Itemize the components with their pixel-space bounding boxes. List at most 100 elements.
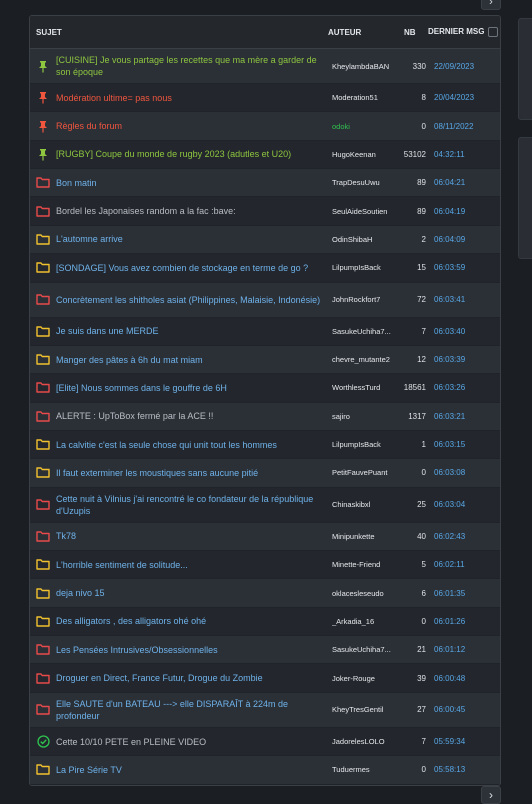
next-page-button[interactable]: › (481, 786, 501, 804)
topic-row[interactable]: Règles du forum odoki 0 08/11/2022 (30, 112, 500, 141)
topic-title-link[interactable]: Je suis dans une MERDE (56, 325, 332, 337)
topic-last-message-link[interactable]: 06:03:59 (434, 263, 498, 272)
topic-author-link[interactable]: PetitFauvePuant (332, 468, 402, 477)
topic-last-message-link[interactable]: 06:00:45 (434, 705, 498, 714)
topic-author-link[interactable]: oklacesleseudo (332, 589, 402, 598)
topic-row[interactable]: Bordel les Japonaises random a la fac :b… (30, 197, 500, 226)
topic-last-message-link[interactable]: 06:03:21 (434, 412, 498, 421)
topic-last-message-link[interactable]: 06:04:21 (434, 178, 498, 187)
topic-author-link[interactable]: KheyTresGentil (332, 705, 402, 714)
topic-row[interactable]: L'automne arrive OdinShibaH 2 06:04:09 (30, 225, 500, 255)
topic-author-link[interactable]: WorthlessTurd (332, 383, 402, 392)
topic-row[interactable]: [Elite] Nous sommes dans le gouffre de 6… (30, 374, 500, 403)
topic-title-link[interactable]: [RUGBY] Coupe du monde de rugby 2023 (ad… (56, 148, 332, 160)
topic-title-link[interactable]: Il faut exterminer les moustiques sans a… (56, 467, 332, 479)
topic-title-link[interactable]: ALERTE : UpToBox fermé par la ACE !! (56, 410, 332, 422)
topic-row[interactable]: Elle SAUTE d'un BATEAU ---> elle DISPARA… (30, 692, 500, 728)
topic-last-message-link[interactable]: 06:03:41 (434, 295, 498, 304)
topic-last-message-link[interactable]: 06:02:43 (434, 532, 498, 541)
topic-title-link[interactable]: [Elite] Nous sommes dans le gouffre de 6… (56, 382, 332, 394)
topic-title-link[interactable]: Des alligators , des alligators ohé ohé (56, 615, 332, 627)
topic-row[interactable]: deja nivo 15 oklacesleseudo 6 06:01:35 (30, 579, 500, 608)
topic-author-link[interactable]: Tuduermes (332, 765, 402, 774)
topic-last-message-link[interactable]: 22/09/2023 (434, 62, 498, 71)
topic-last-message-link[interactable]: 20/04/2023 (434, 93, 498, 102)
topic-last-message-link[interactable]: 05:59:34 (434, 737, 498, 746)
topic-author-link[interactable]: SasukeUchiha7... (332, 327, 402, 336)
topic-title-link[interactable]: Cette 10/10 PETE en PLEINE VIDEO (56, 736, 332, 748)
topic-title-link[interactable]: deja nivo 15 (56, 587, 332, 599)
topic-author-link[interactable]: Minipunkette (332, 532, 402, 541)
topic-last-message-link[interactable]: 06:03:40 (434, 327, 498, 336)
topic-last-message-link[interactable]: 06:03:26 (434, 383, 498, 392)
topic-row[interactable]: Tk78 Minipunkette 40 06:02:43 (30, 522, 500, 552)
topic-row[interactable]: [RUGBY] Coupe du monde de rugby 2023 (ad… (30, 140, 500, 170)
topic-last-message-link[interactable]: 06:03:39 (434, 355, 498, 364)
topic-author-link[interactable]: odoki (332, 122, 402, 131)
topic-row[interactable]: Manger des pâtes à 6h du mat miam chevre_… (30, 345, 500, 375)
topic-author-link[interactable]: Joker-Rouge (332, 674, 402, 683)
topic-title-link[interactable]: Cette nuit à Vilnius j'ai rencontré le c… (56, 493, 332, 517)
topic-author-link[interactable]: SasukeUchiha7... (332, 645, 402, 654)
topic-author-link[interactable]: LilpumpIsBack (332, 263, 402, 272)
topic-row[interactable]: Il faut exterminer les moustiques sans a… (30, 459, 500, 488)
topic-last-message-link[interactable]: 06:03:04 (434, 500, 498, 509)
topic-author-link[interactable]: Moderation51 (332, 93, 402, 102)
topic-author-link[interactable]: JohnRockfort7 (332, 295, 402, 304)
topic-author-link[interactable]: sajiro (332, 412, 402, 421)
topic-author-link[interactable]: Minette-Friend (332, 560, 402, 569)
topic-row[interactable]: [SONDAGE] Vous avez combien de stockage … (30, 254, 500, 283)
topic-author-link[interactable]: LilpumpIsBack (332, 440, 402, 449)
topic-author-link[interactable]: JadorelesLOLO (332, 737, 402, 746)
topic-author-link[interactable]: KheylambdaBAN (332, 62, 402, 71)
topic-author-link[interactable]: OdinShibaH (332, 235, 402, 244)
topic-last-message-link[interactable]: 04:32:11 (434, 150, 498, 159)
topic-title-link[interactable]: La calvitie c'est la seule chose qui uni… (56, 439, 332, 451)
topic-row[interactable]: Les Pensées Intrusives/Obsessionnelles Sa… (30, 636, 500, 665)
topic-title-link[interactable]: Les Pensées Intrusives/Obsessionnelles (56, 644, 332, 656)
topic-author-link[interactable]: _Arkadia_16 (332, 617, 402, 626)
topic-last-message-link[interactable]: 06:03:08 (434, 468, 498, 477)
topic-last-message-link[interactable]: 06:01:12 (434, 645, 498, 654)
topic-last-message-link[interactable]: 05:58:13 (434, 765, 498, 774)
topic-row[interactable]: L'horrible sentiment de solitude... Minet… (30, 551, 500, 580)
topic-row[interactable]: Concrètement les shitholes asiat (Philip… (30, 282, 500, 318)
topic-last-message-link[interactable]: 06:03:15 (434, 440, 498, 449)
topic-last-message-link[interactable]: 06:01:35 (434, 589, 498, 598)
topic-title-link[interactable]: Manger des pâtes à 6h du mat miam (56, 354, 332, 366)
topic-last-message-link[interactable]: 06:04:19 (434, 207, 498, 216)
topic-row[interactable]: Bon matin TrapDesuUwu 89 06:04:21 (30, 169, 500, 198)
topic-row[interactable]: La Pire Série TV Tuduermes 0 05:58:13 (30, 756, 500, 785)
topic-title-link[interactable]: Concrètement les shitholes asiat (Philip… (56, 294, 332, 306)
topic-last-message-link[interactable]: 06:00:48 (434, 674, 498, 683)
topic-author-link[interactable]: HugoKeenan (332, 150, 402, 159)
topic-row[interactable]: Je suis dans une MERDE SasukeUchiha7... 7 0… (30, 317, 500, 346)
topic-title-link[interactable]: Règles du forum (56, 120, 332, 132)
top-next-page-button[interactable]: › (481, 0, 501, 10)
topic-title-link[interactable]: Droguer en Direct, France Futur, Drogue … (56, 672, 332, 684)
topic-title-link[interactable]: La Pire Série TV (56, 764, 332, 776)
topic-last-message-link[interactable]: 08/11/2022 (434, 122, 498, 131)
topic-title-link[interactable]: Bordel les Japonaises random a la fac :b… (56, 205, 332, 217)
topic-last-message-link[interactable]: 06:04:09 (434, 235, 498, 244)
topic-row[interactable]: [CUISINE] Je vous partage les recettes q… (30, 49, 500, 84)
topic-row[interactable]: ALERTE : UpToBox fermé par la ACE !! saji… (30, 402, 500, 431)
topic-row[interactable]: Modération ultime= pas nous Moderation51 8… (30, 84, 500, 113)
topic-title-link[interactable]: Tk78 (56, 530, 332, 542)
topic-title-link[interactable]: [CUISINE] Je vous partage les recettes q… (56, 54, 332, 78)
topic-row[interactable]: Cette nuit à Vilnius j'ai rencontré le c… (30, 487, 500, 523)
topic-title-link[interactable]: Modération ultime= pas nous (56, 92, 332, 104)
topic-author-link[interactable]: SeulAideSoutien (332, 207, 402, 216)
topic-title-link[interactable]: L'automne arrive (56, 233, 332, 245)
topic-title-link[interactable]: L'horrible sentiment de solitude... (56, 559, 332, 571)
topic-title-link[interactable]: Bon matin (56, 177, 332, 189)
topic-row[interactable]: Des alligators , des alligators ohé ohé _… (30, 607, 500, 637)
topic-title-link[interactable]: Elle SAUTE d'un BATEAU ---> elle DISPARA… (56, 698, 332, 722)
topic-author-link[interactable]: TrapDesuUwu (332, 178, 402, 187)
topic-row[interactable]: La calvitie c'est la seule chose qui uni… (30, 430, 500, 460)
topic-last-message-link[interactable]: 06:01:26 (434, 617, 498, 626)
topic-title-link[interactable]: [SONDAGE] Vous avez combien de stockage … (56, 262, 332, 274)
topic-row[interactable]: Cette 10/10 PETE en PLEINE VIDEO Jadorele… (30, 727, 500, 757)
topic-author-link[interactable]: chevre_mutante2 (332, 355, 402, 364)
topic-author-link[interactable]: Chinaskibxl (332, 500, 402, 509)
